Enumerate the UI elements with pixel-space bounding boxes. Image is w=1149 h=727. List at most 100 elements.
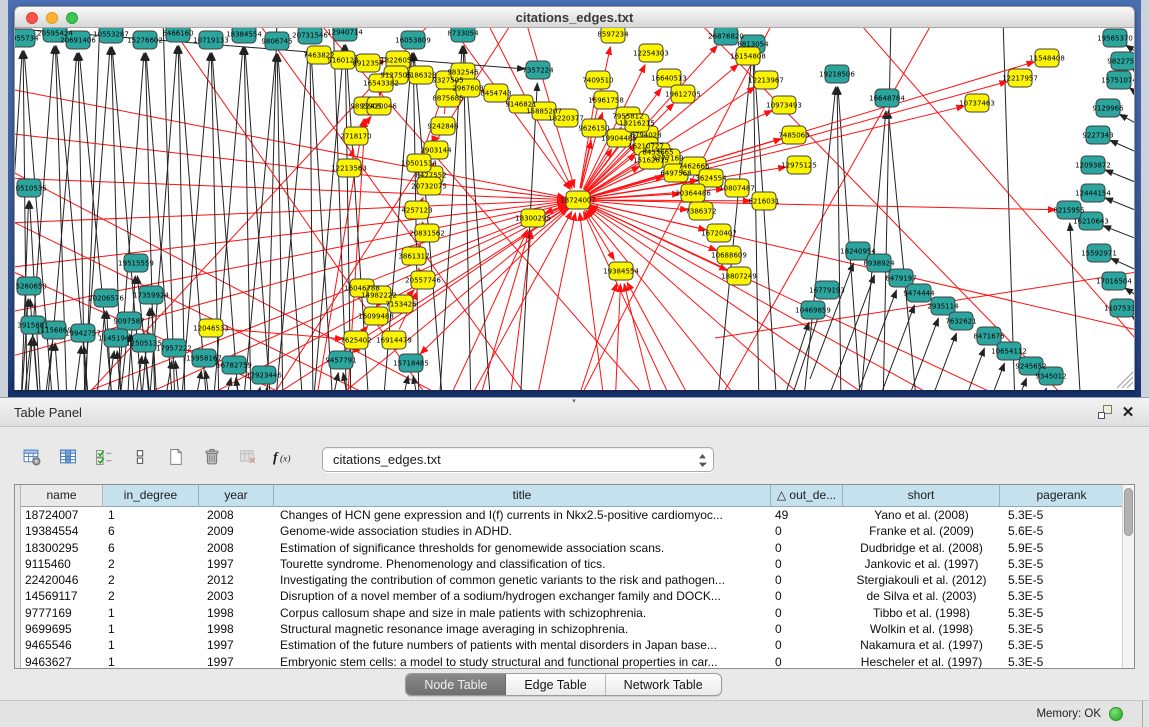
- cell-short[interactable]: Jankovic et al. (1997): [843, 556, 1000, 572]
- cell-title[interactable]: Investigating the contribution of common…: [274, 572, 771, 588]
- select-rows-button[interactable]: [90, 445, 118, 473]
- cell-short[interactable]: Yano et al. (2008): [843, 507, 1000, 523]
- cell-in_degree[interactable]: 6: [103, 540, 199, 556]
- cell-title[interactable]: Tourette syndrome. Phenomenology and cla…: [274, 556, 771, 572]
- cell-name[interactable]: 18300295: [21, 540, 103, 556]
- cell-title[interactable]: Estimation of the future numbers of pati…: [274, 637, 771, 653]
- cell-pagerank[interactable]: 5.3E-5: [1000, 621, 1124, 637]
- cell-name[interactable]: 22420046: [21, 572, 103, 588]
- table-row[interactable]: 1830029562008Estimation of significance …: [21, 540, 1124, 556]
- cell-name[interactable]: 9115460: [21, 556, 103, 572]
- column-header-in_degree[interactable]: in_degree: [103, 485, 199, 507]
- cell-pagerank[interactable]: 5.3E-5: [1000, 605, 1124, 621]
- tab-edge-table[interactable]: Edge Table: [506, 674, 605, 695]
- table-row[interactable]: 1938455462009Genome-wide association stu…: [21, 523, 1124, 539]
- table-row[interactable]: 946362711997Embryonic stem cells: a mode…: [21, 654, 1124, 670]
- cell-out_degree[interactable]: 49: [771, 507, 843, 523]
- cell-short[interactable]: Tibbo et al. (1998): [843, 605, 1000, 621]
- table-row[interactable]: 911546021997Tourette syndrome. Phenomeno…: [21, 556, 1124, 572]
- cell-pagerank[interactable]: 5.3E-5: [1000, 507, 1124, 523]
- cell-in_degree[interactable]: 1: [103, 621, 199, 637]
- cell-pagerank[interactable]: 5.3E-5: [1000, 637, 1124, 653]
- table-row[interactable]: 977716911998Corpus callosum shape and si…: [21, 605, 1124, 621]
- cell-title[interactable]: Genome-wide association studies in ADHD.: [274, 523, 771, 539]
- table-row[interactable]: 2242004622012Investigating the contribut…: [21, 572, 1124, 588]
- cell-year[interactable]: 2008: [199, 540, 274, 556]
- cell-title[interactable]: Corpus callosum shape and size in male p…: [274, 605, 771, 621]
- cell-pagerank[interactable]: 5.3E-5: [1000, 654, 1124, 670]
- cell-in_degree[interactable]: 2: [103, 588, 199, 604]
- column-header-out_degree[interactable]: △ out_de...: [771, 485, 843, 507]
- window-resize-grip-icon[interactable]: [1122, 377, 1133, 388]
- cell-title[interactable]: Changes of HCN gene expression and I(f) …: [274, 507, 771, 523]
- cell-year[interactable]: 1998: [199, 605, 274, 621]
- cell-out_degree[interactable]: 0: [771, 654, 843, 670]
- cell-year[interactable]: 1997: [199, 637, 274, 653]
- cell-name[interactable]: 18724007: [21, 507, 103, 523]
- cell-pagerank[interactable]: 5.3E-5: [1000, 556, 1124, 572]
- cell-name[interactable]: 14569117: [21, 588, 103, 604]
- panel-drag-handle[interactable]: ▾: [567, 399, 581, 404]
- float-panel-icon[interactable]: [1097, 404, 1115, 422]
- table-settings-button[interactable]: [18, 445, 46, 473]
- row-height-button[interactable]: [126, 445, 154, 473]
- cell-in_degree[interactable]: 1: [103, 654, 199, 670]
- column-header-pagerank[interactable]: pagerank: [1000, 485, 1124, 507]
- cell-short[interactable]: Dudbridge et al. (2008): [843, 540, 1000, 556]
- cell-in_degree[interactable]: 1: [103, 507, 199, 523]
- cell-pagerank[interactable]: 5.5E-5: [1000, 572, 1124, 588]
- table-row[interactable]: 969969511998Structural magnetic resonanc…: [21, 621, 1124, 637]
- new-document-button[interactable]: [162, 445, 190, 473]
- cell-out_degree[interactable]: 0: [771, 523, 843, 539]
- cell-name[interactable]: 9699695: [21, 621, 103, 637]
- cell-year[interactable]: 2003: [199, 588, 274, 604]
- cell-title[interactable]: Estimation of significance thresholds fo…: [274, 540, 771, 556]
- function-builder-button[interactable]: f(x): [270, 445, 298, 473]
- table-row[interactable]: 946554611997Estimation of the future num…: [21, 637, 1124, 653]
- column-header-name[interactable]: name: [21, 485, 103, 507]
- column-header-title[interactable]: title: [274, 485, 771, 507]
- cell-pagerank[interactable]: 5.9E-5: [1000, 540, 1124, 556]
- cell-short[interactable]: Hescheler et al. (1997): [843, 654, 1000, 670]
- cell-out_degree[interactable]: 0: [771, 605, 843, 621]
- cell-name[interactable]: 9777169: [21, 605, 103, 621]
- cell-short[interactable]: Nakamura et al. (1997): [843, 637, 1000, 653]
- table-columns-button[interactable]: [54, 445, 82, 473]
- cell-title[interactable]: Structural magnetic resonance image aver…: [274, 621, 771, 637]
- cell-pagerank[interactable]: 5.6E-5: [1000, 523, 1124, 539]
- delete-entries-button[interactable]: [198, 445, 226, 473]
- cell-in_degree[interactable]: 2: [103, 556, 199, 572]
- network-canvas[interactable]: 1872400718300295193845549055734205954242…: [14, 28, 1135, 390]
- table-vertical-scrollbar[interactable]: [1122, 485, 1134, 668]
- cell-name[interactable]: 9465546: [21, 637, 103, 653]
- cell-in_degree[interactable]: 1: [103, 637, 199, 653]
- cell-year[interactable]: 2009: [199, 523, 274, 539]
- cell-out_degree[interactable]: 0: [771, 588, 843, 604]
- column-header-year[interactable]: year: [199, 485, 274, 507]
- cell-out_degree[interactable]: 0: [771, 621, 843, 637]
- close-panel-icon[interactable]: ✕: [1119, 404, 1137, 422]
- cell-in_degree[interactable]: 2: [103, 572, 199, 588]
- cell-year[interactable]: 1998: [199, 621, 274, 637]
- table-selector-combobox[interactable]: citations_edges.txt: [322, 447, 714, 472]
- tab-node-table[interactable]: Node Table: [406, 674, 506, 695]
- cell-year[interactable]: 2012: [199, 572, 274, 588]
- cell-short[interactable]: de Silva et al. (2003): [843, 588, 1000, 604]
- cell-title[interactable]: Embryonic stem cells: a model to study s…: [274, 654, 771, 670]
- table-row[interactable]: 1872400712008Changes of HCN gene express…: [21, 507, 1124, 523]
- cell-year[interactable]: 1997: [199, 654, 274, 670]
- cell-year[interactable]: 2008: [199, 507, 274, 523]
- cell-short[interactable]: Wolkin et al. (1998): [843, 621, 1000, 637]
- cell-in_degree[interactable]: 6: [103, 523, 199, 539]
- cell-year[interactable]: 1997: [199, 556, 274, 572]
- cell-short[interactable]: Stergiakouli et al. (2012): [843, 572, 1000, 588]
- citation-network-graph[interactable]: 1872400718300295193845549055734205954242…: [15, 28, 1135, 390]
- cell-pagerank[interactable]: 5.3E-5: [1000, 588, 1124, 604]
- cell-title[interactable]: Disruption of a novel member of a sodium…: [274, 588, 771, 604]
- cell-in_degree[interactable]: 1: [103, 605, 199, 621]
- cell-out_degree[interactable]: 0: [771, 556, 843, 572]
- cell-short[interactable]: Franke et al. (2009): [843, 523, 1000, 539]
- window-resize-grip-icon[interactable]: [1127, 382, 1133, 388]
- network-window-titlebar[interactable]: citations_edges.txt: [14, 6, 1135, 28]
- cell-out_degree[interactable]: 0: [771, 540, 843, 556]
